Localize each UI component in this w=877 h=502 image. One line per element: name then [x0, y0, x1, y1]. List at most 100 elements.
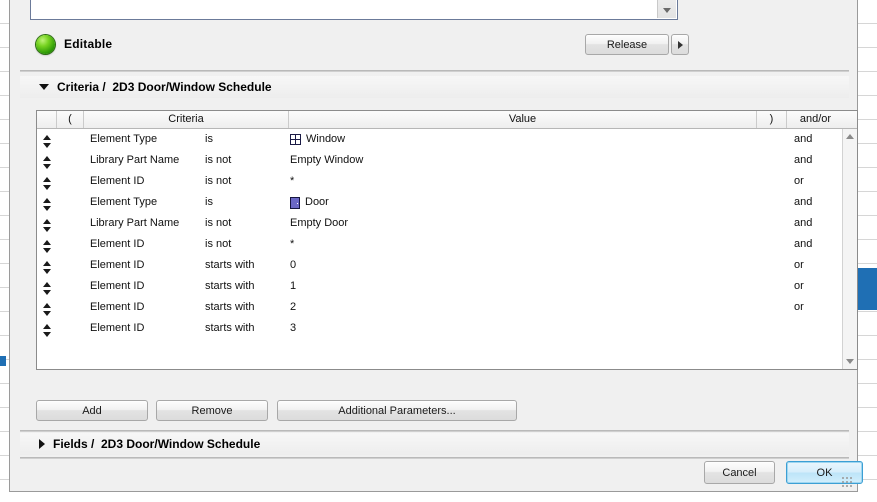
criteria-operator-cell[interactable]: starts with: [205, 318, 289, 339]
fields-section-header[interactable]: Fields / 2D3 Door/Window Schedule: [20, 433, 849, 455]
criteria-value-cell[interactable]: Empty Window: [290, 150, 750, 171]
criteria-andor-cell[interactable]: [794, 318, 844, 339]
criteria-value-text: *: [290, 175, 295, 187]
criteria-field-cell[interactable]: Element ID: [90, 276, 205, 297]
criteria-operator-cell[interactable]: is not: [205, 171, 289, 192]
divider-footer: [20, 457, 849, 459]
criteria-field-cell[interactable]: Library Part Name: [90, 150, 205, 171]
drag-handle-icon[interactable]: [43, 318, 59, 339]
criteria-value-cell[interactable]: 2: [290, 297, 750, 318]
criteria-operator-cell[interactable]: starts with: [205, 276, 289, 297]
scroll-down-button[interactable]: [843, 354, 857, 369]
scheme-name-combobox[interactable]: [30, 0, 678, 20]
criteria-andor-cell[interactable]: and: [794, 192, 844, 213]
criteria-value-cell[interactable]: 1: [290, 276, 750, 297]
chevron-right-icon: [677, 40, 683, 49]
column-header-value[interactable]: Value: [289, 111, 757, 128]
drag-handle-icon[interactable]: [43, 297, 59, 318]
status-badge: Editable: [64, 37, 113, 51]
criteria-value-cell[interactable]: Door: [290, 192, 750, 213]
chevron-down-icon: [663, 8, 671, 13]
criteria-field-cell[interactable]: Element ID: [90, 297, 205, 318]
criteria-value-cell[interactable]: *: [290, 234, 750, 255]
criteria-andor-cell[interactable]: or: [794, 297, 844, 318]
column-header-andor[interactable]: and/or: [787, 111, 844, 128]
criteria-value-cell[interactable]: 3: [290, 318, 750, 339]
criteria-value-cell[interactable]: Window: [290, 129, 750, 150]
drag-handle-icon[interactable]: [43, 255, 59, 276]
updown-arrows-icon: [43, 155, 52, 169]
criteria-field-cell[interactable]: Library Part Name: [90, 213, 205, 234]
criteria-operator-cell[interactable]: is not: [205, 234, 289, 255]
table-row[interactable]: Element ID is not * or: [37, 171, 857, 192]
chevron-up-icon: [846, 134, 854, 139]
table-row[interactable]: Element Type is Door and: [37, 192, 857, 213]
chevron-down-icon: [846, 359, 854, 364]
criteria-field-cell[interactable]: Element ID: [90, 171, 205, 192]
scheme-settings-dialog: Editable Release Criteria / 2D3 Door/Win…: [9, 0, 863, 492]
column-header-close-paren[interactable]: ): [757, 111, 787, 128]
updown-arrows-icon: [43, 134, 52, 148]
combobox-dropdown-button[interactable]: [657, 0, 676, 18]
drag-handle-icon[interactable]: [43, 213, 59, 234]
criteria-operator-cell[interactable]: starts with: [205, 255, 289, 276]
table-row[interactable]: Element ID starts with 2 or: [37, 297, 857, 318]
criteria-value-cell[interactable]: 0: [290, 255, 750, 276]
updown-arrows-icon: [43, 239, 52, 253]
criteria-value-text: Empty Window: [290, 154, 364, 166]
drag-handle-icon[interactable]: [43, 150, 59, 171]
criteria-value-cell[interactable]: Empty Door: [290, 213, 750, 234]
criteria-table-scrollbar[interactable]: [842, 129, 857, 369]
criteria-operator-cell[interactable]: is: [205, 192, 289, 213]
criteria-field-cell[interactable]: Element ID: [90, 255, 205, 276]
criteria-operator-cell[interactable]: is: [205, 129, 289, 150]
additional-parameters-button[interactable]: Additional Parameters...: [277, 400, 517, 421]
table-row[interactable]: Element Type is Window and: [37, 129, 857, 150]
door-icon: [290, 196, 300, 209]
screen: Editable Release Criteria / 2D3 Door/Win…: [0, 0, 877, 502]
updown-arrows-icon: [43, 260, 52, 274]
remove-button[interactable]: Remove: [156, 400, 268, 421]
criteria-value-text: Empty Door: [290, 217, 349, 229]
resize-grip-icon[interactable]: [841, 476, 853, 488]
cancel-button[interactable]: Cancel: [704, 461, 775, 484]
background-selection-right: [855, 268, 877, 310]
table-row[interactable]: Library Part Name is not Empty Window and: [37, 150, 857, 171]
table-row[interactable]: Element ID starts with 0 or: [37, 255, 857, 276]
table-row[interactable]: Element ID starts with 1 or: [37, 276, 857, 297]
criteria-value-cell[interactable]: *: [290, 171, 750, 192]
criteria-field-cell[interactable]: Element ID: [90, 234, 205, 255]
drag-handle-icon[interactable]: [43, 129, 59, 150]
criteria-andor-cell[interactable]: and: [794, 129, 844, 150]
criteria-section-header[interactable]: Criteria / 2D3 Door/Window Schedule: [20, 76, 849, 98]
add-button[interactable]: Add: [36, 400, 148, 421]
drag-handle-icon[interactable]: [43, 234, 59, 255]
criteria-andor-cell[interactable]: or: [794, 171, 844, 192]
column-header-open-paren[interactable]: (: [57, 111, 84, 128]
criteria-andor-cell[interactable]: or: [794, 276, 844, 297]
criteria-operator-cell[interactable]: is not: [205, 150, 289, 171]
criteria-andor-cell[interactable]: and: [794, 213, 844, 234]
background-window-right: [855, 0, 877, 502]
release-options-button[interactable]: [671, 34, 689, 55]
dialog-body: Editable Release Criteria / 2D3 Door/Win…: [10, 0, 863, 491]
table-row[interactable]: Element ID is not * and: [37, 234, 857, 255]
drag-handle-icon[interactable]: [43, 171, 59, 192]
scroll-up-button[interactable]: [843, 129, 857, 144]
criteria-andor-cell[interactable]: and: [794, 150, 844, 171]
drag-handle-icon[interactable]: [43, 192, 59, 213]
criteria-value-text: Door: [305, 196, 329, 208]
column-header-handle[interactable]: [37, 111, 57, 128]
drag-handle-icon[interactable]: [43, 276, 59, 297]
table-row[interactable]: Element ID starts with 3: [37, 318, 857, 339]
table-row[interactable]: Library Part Name is not Empty Door and: [37, 213, 857, 234]
criteria-field-cell[interactable]: Element Type: [90, 129, 205, 150]
release-button[interactable]: Release: [585, 34, 669, 55]
criteria-operator-cell[interactable]: starts with: [205, 297, 289, 318]
criteria-field-cell[interactable]: Element Type: [90, 192, 205, 213]
criteria-field-cell[interactable]: Element ID: [90, 318, 205, 339]
criteria-andor-cell[interactable]: or: [794, 255, 844, 276]
criteria-operator-cell[interactable]: is not: [205, 213, 289, 234]
column-header-criteria[interactable]: Criteria: [84, 111, 289, 128]
criteria-andor-cell[interactable]: and: [794, 234, 844, 255]
